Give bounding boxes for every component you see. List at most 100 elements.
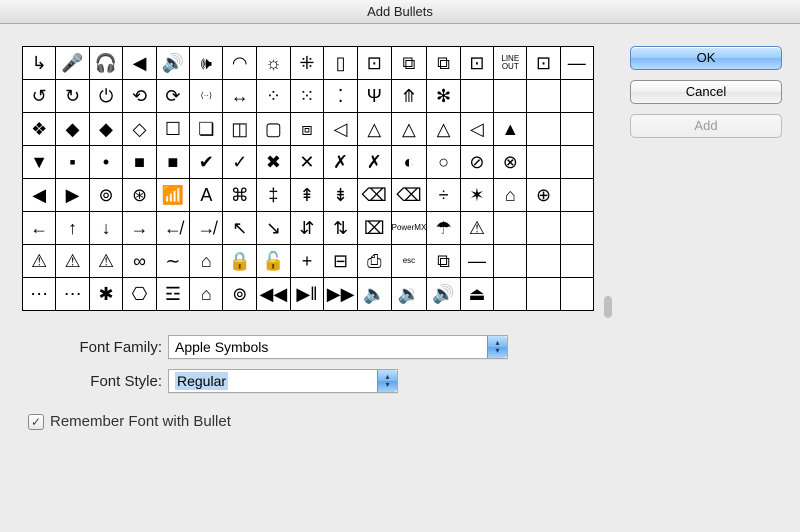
symbol-cell[interactable]: ☼ [257,47,291,80]
symbol-cell[interactable]: 📶 [156,179,190,212]
symbol-cell[interactable]: 🔉 [391,278,427,311]
symbol-cell[interactable]: ⊡ [357,47,391,80]
symbol-cell[interactable] [527,146,560,179]
remember-checkbox[interactable]: ✓ [28,414,44,430]
symbol-cell[interactable]: 🔊 [156,47,190,80]
symbol-cell[interactable]: PowerMX [391,212,427,245]
symbol-cell[interactable]: LINE OUT [494,47,527,80]
symbol-cell[interactable]: ⇟ [324,179,358,212]
symbol-cell[interactable]: 🕪 [190,47,223,80]
symbol-cell[interactable] [494,245,527,278]
symbol-cell[interactable]: ⤊ [391,80,427,113]
symbol-cell[interactable]: ✓ [223,146,257,179]
symbol-cell[interactable]: 🔓 [257,245,291,278]
symbol-cell[interactable]: ✔ [190,146,223,179]
symbol-cell[interactable]: ⏏ [460,278,493,311]
symbol-cell[interactable]: ↔ [223,80,257,113]
symbol-cell[interactable]: + [290,245,323,278]
symbol-cell[interactable]: ⧉ [427,47,461,80]
symbol-cell[interactable]: 🔒 [223,245,257,278]
symbol-cell[interactable]: A [190,179,223,212]
symbol-cell[interactable]: ∞ [123,245,156,278]
symbol-cell[interactable]: ⊕ [527,179,560,212]
symbol-cell[interactable]: ◫ [223,113,257,146]
symbol-cell[interactable]: ◆ [89,113,123,146]
symbol-cell[interactable]: △ [391,113,427,146]
symbol-cell[interactable]: ⊛ [123,179,156,212]
symbol-cell[interactable]: ▶▶ [324,278,358,311]
symbol-cell[interactable]: — [460,245,493,278]
symbol-cell[interactable]: 🎧 [89,47,123,80]
symbol-cell[interactable]: — [560,47,593,80]
symbol-cell[interactable]: ⋯ [56,278,90,311]
symbol-grid-scroll[interactable]: ↳🎤🎧◀🔊🕪◠☼⁜▯⊡⧉⧉⊡LINE OUT⊡—↺↻⏻⟲⟳⟨··⟩↔⁘⁙⁚Ψ⤊✻… [22,46,602,311]
symbol-cell[interactable]: ↻ [56,80,90,113]
symbol-cell[interactable]: ⌧ [357,212,391,245]
symbol-cell[interactable]: ▶‖ [290,278,323,311]
symbol-cell[interactable]: △ [357,113,391,146]
symbol-cell[interactable] [527,80,560,113]
symbol-cell[interactable] [527,212,560,245]
symbol-cell[interactable]: ⌂ [190,245,223,278]
symbol-cell[interactable]: ✗ [357,146,391,179]
symbol-cell[interactable] [527,245,560,278]
symbol-cell[interactable]: ■ [123,146,156,179]
symbol-cell[interactable]: 🔈 [357,278,391,311]
symbol-cell[interactable]: ◆ [56,113,90,146]
symbol-cell[interactable]: ⁚ [324,80,358,113]
ok-button[interactable]: OK [630,46,782,70]
symbol-cell[interactable]: ⧉ [427,245,461,278]
symbol-cell[interactable]: ⋯ [23,278,56,311]
symbol-cell[interactable]: ⇞ [290,179,323,212]
symbol-cell[interactable]: △ [427,113,461,146]
symbol-cell[interactable]: ◁ [460,113,493,146]
symbol-cell[interactable]: ◁ [324,113,358,146]
symbol-cell[interactable]: ⟨··⟩ [190,80,223,113]
symbol-cell[interactable]: ↑ [56,212,90,245]
symbol-cell[interactable]: ◠ [223,47,257,80]
symbol-cell[interactable]: ☂ [427,212,461,245]
symbol-cell[interactable]: ⚠ [89,245,123,278]
symbol-cell[interactable]: ⟲ [123,80,156,113]
symbol-cell[interactable]: ⁙ [290,80,323,113]
symbol-cell[interactable] [494,212,527,245]
symbol-cell[interactable]: ⌫ [357,179,391,212]
symbol-cell[interactable] [560,245,593,278]
symbol-cell[interactable]: ⚠ [56,245,90,278]
symbol-cell[interactable]: ⁘ [257,80,291,113]
symbol-cell[interactable]: ■ [156,146,190,179]
symbol-cell[interactable] [527,113,560,146]
symbol-cell[interactable]: ⌂ [190,278,223,311]
symbol-cell[interactable]: ↛ [190,212,223,245]
symbol-cell[interactable]: ⊡ [460,47,493,80]
symbol-cell[interactable]: ◀ [23,179,56,212]
symbol-cell[interactable]: ↺ [23,80,56,113]
symbol-cell[interactable]: ⌫ [391,179,427,212]
symbol-cell[interactable]: ☲ [156,278,190,311]
symbol-cell[interactable]: ▶ [56,179,90,212]
scrollbar-thumb[interactable] [604,296,612,318]
symbol-cell[interactable]: 🎤 [56,47,90,80]
symbol-cell[interactable]: ⚠ [23,245,56,278]
symbol-cell[interactable]: ⌂ [494,179,527,212]
symbol-cell[interactable]: ▼ [23,146,56,179]
symbol-cell[interactable]: ✱ [89,278,123,311]
add-button[interactable]: Add [630,114,782,138]
symbol-cell[interactable]: ❖ [23,113,56,146]
symbol-cell[interactable]: ⏻ [89,80,123,113]
symbol-cell[interactable]: ⚠ [460,212,493,245]
symbol-cell[interactable]: ‡ [257,179,291,212]
symbol-cell[interactable] [527,278,560,311]
symbol-cell[interactable]: ⧈ [290,113,323,146]
symbol-cell[interactable]: ▲ [494,113,527,146]
symbol-cell[interactable]: ◀◀ [257,278,291,311]
symbol-cell[interactable]: ← [23,212,56,245]
symbol-cell[interactable] [560,146,593,179]
symbol-cell[interactable]: ⇅ [324,212,358,245]
symbol-cell[interactable] [560,113,593,146]
symbol-cell[interactable] [494,80,527,113]
symbol-cell[interactable]: ↓ [89,212,123,245]
symbol-cell[interactable]: ❏ [190,113,223,146]
cancel-button[interactable]: Cancel [630,80,782,104]
symbol-cell[interactable]: ○ [427,146,461,179]
